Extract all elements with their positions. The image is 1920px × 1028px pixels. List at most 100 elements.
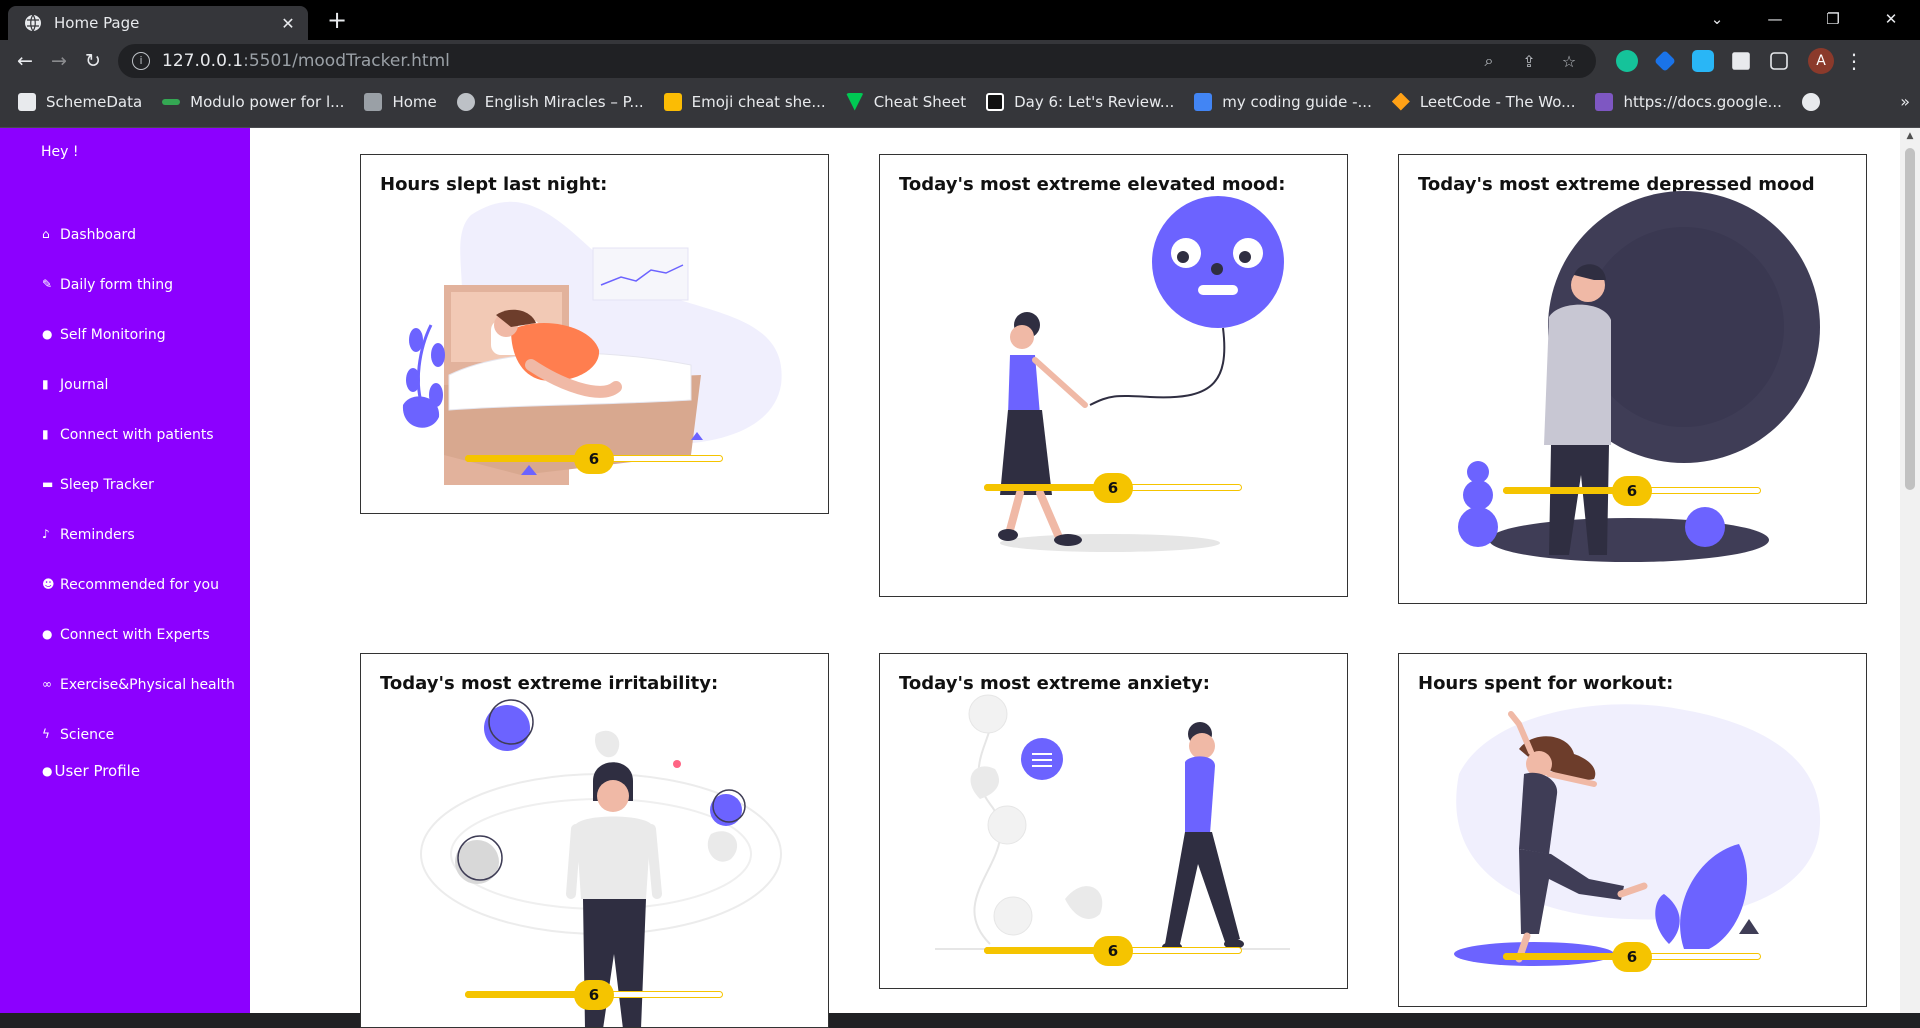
sidebar-item-self-monitoring[interactable]: ● Self Monitoring — [42, 327, 235, 377]
sidebar: Hey ! ⌂ Dashboard ✎ Daily form thing ● Self… — [0, 128, 250, 1013]
bookmark-favicon-icon — [986, 92, 1005, 111]
sidebar-item-recommended[interactable]: ☻ Recommended for you — [42, 577, 235, 627]
back-button[interactable]: ← — [8, 44, 42, 78]
bell-icon: ♪ — [42, 527, 50, 541]
profile-avatar[interactable]: A — [1808, 48, 1834, 74]
tab-search-icon[interactable]: ⌄ — [1688, 0, 1746, 40]
page-scrollbar[interactable]: ▲ — [1900, 128, 1920, 1013]
bookmark-item[interactable]: LeetCode - The Wo... — [1391, 92, 1575, 111]
bookmark-favicon-icon — [1391, 92, 1410, 111]
bookmark-item[interactable]: English Miracles – P... — [456, 92, 644, 111]
slider-value-knob[interactable]: 6 — [1093, 936, 1133, 966]
slider-value-knob[interactable]: 6 — [1612, 476, 1652, 506]
book-icon: ▮ — [42, 377, 49, 391]
sidebar-item-dashboard[interactable]: ⌂ Dashboard — [42, 227, 235, 277]
restore-button[interactable]: ❐ — [1804, 0, 1862, 40]
bookmark-favicon-icon — [364, 92, 383, 111]
close-window-button[interactable]: ✕ — [1862, 0, 1920, 40]
share-icon[interactable]: ⇪ — [1516, 52, 1542, 71]
sidebar-nav: ⌂ Dashboard ✎ Daily form thing ● Self Monit… — [42, 227, 235, 777]
tab-strip: Home Page ✕ + ⌄ — ❐ ✕ — [0, 0, 1920, 40]
person-icon: ● — [42, 327, 53, 341]
bookmark-star-icon[interactable]: ☆ — [1556, 52, 1582, 71]
sidebar-item-exercise[interactable]: ∞ Exercise&Physical health — [42, 677, 235, 727]
scroll-up-icon[interactable]: ▲ — [1900, 128, 1920, 144]
bookmarks-bar: SchemeData Modulo power for l... Home En… — [0, 82, 1920, 128]
irritability-illustration — [420, 699, 782, 1027]
hours-slept-slider[interactable]: 6 — [465, 444, 723, 474]
url-host: 127.0.0.1 — [162, 51, 244, 71]
bookmark-favicon-icon — [663, 92, 682, 111]
anxiety-slider[interactable]: 6 — [984, 936, 1242, 966]
more-bookmarks-icon[interactable]: » — [1900, 92, 1910, 111]
elevated-mood-slider[interactable]: 6 — [984, 473, 1242, 503]
workout-slider[interactable]: 6 — [1503, 942, 1761, 972]
slider-value-knob[interactable]: 6 — [574, 980, 614, 1010]
bookmark-item[interactable]: SchemeData — [18, 92, 142, 111]
sidebar-item-reminders[interactable]: ♪ Reminders — [42, 527, 235, 577]
browser-toolbar: ← → ↻ i 127.0.0.1:5501/moodTracker.html … — [0, 40, 1920, 82]
grammarly-extension-icon[interactable] — [1616, 50, 1638, 72]
slider-value-knob[interactable]: 6 — [574, 444, 614, 474]
bookmark-item[interactable]: https://docs.google... — [1595, 92, 1782, 111]
extensions-area — [1608, 50, 1798, 72]
globe-icon — [25, 14, 41, 32]
bolt-icon: ϟ — [42, 727, 50, 741]
bookmark-favicon-icon — [18, 92, 36, 111]
bookmark-item[interactable]: Modulo power for l... — [162, 93, 344, 111]
pencil-icon: ✎ — [42, 277, 53, 291]
bookmark-favicon-icon — [1595, 92, 1614, 111]
bookmark-favicon-icon — [1194, 92, 1213, 111]
bookmark-favicon-icon — [162, 98, 181, 105]
person-icon: ● — [42, 627, 53, 641]
reload-button[interactable]: ↻ — [76, 44, 110, 78]
zoom-icon[interactable]: ⌕ — [1476, 51, 1502, 71]
card-irritability: Today's most extreme irritability: — [360, 653, 829, 1028]
slider-value-knob[interactable]: 6 — [1612, 942, 1652, 972]
close-tab-icon[interactable]: ✕ — [278, 14, 298, 33]
sidebar-item-connect-experts[interactable]: ● Connect with Experts — [42, 627, 235, 677]
puzzle-extensions-icon[interactable] — [1732, 52, 1750, 70]
side-panel-icon[interactable] — [1770, 52, 1788, 70]
greeting: Hey ! — [41, 144, 79, 160]
balloon-illustration — [998, 196, 1284, 552]
address-bar[interactable]: i 127.0.0.1:5501/moodTracker.html ⌕ ⇪ ☆ — [118, 44, 1596, 78]
bookmark-item[interactable]: Cheat Sheet — [845, 92, 966, 111]
sidebar-item-journal[interactable]: ▮ Journal — [42, 377, 235, 427]
url-path: :5501/moodTracker.html — [243, 51, 450, 71]
card-depressed-mood: Today's most extreme depressed mood — [1398, 154, 1867, 604]
dark-ball-illustration — [1458, 191, 1820, 562]
bookmark-item[interactable]: Day 6: Let's Review... — [986, 92, 1174, 111]
user-circle-icon: ● — [42, 764, 53, 778]
gem-extension-icon[interactable] — [1654, 50, 1676, 72]
bike-icon: ∞ — [42, 677, 52, 691]
home-icon: ⌂ — [42, 227, 50, 241]
card-elevated-mood: Today's most extreme elevated mood: — [879, 154, 1348, 597]
forward-button[interactable]: → — [42, 44, 76, 78]
bookmark-item[interactable]: Home — [364, 92, 437, 111]
site-info-icon[interactable]: i — [132, 52, 150, 70]
depressed-mood-slider[interactable]: 6 — [1503, 476, 1761, 506]
new-tab-button[interactable]: + — [322, 6, 352, 34]
minimize-button[interactable]: — — [1746, 0, 1804, 40]
bed-icon: ▬ — [42, 477, 54, 491]
bookmark-item[interactable]: my coding guide -... — [1194, 92, 1372, 111]
sidebar-item-daily-form[interactable]: ✎ Daily form thing — [42, 277, 235, 327]
bookmark-favicon-icon — [845, 92, 864, 111]
browser-tab[interactable]: Home Page ✕ — [8, 6, 308, 40]
bookmark-item[interactable]: Emoji cheat she... — [663, 92, 826, 111]
page-viewport: Hey ! ⌂ Dashboard ✎ Daily form thing ● Self… — [0, 128, 1920, 1028]
sidebar-item-sleep-tracker[interactable]: ▬ Sleep Tracker — [42, 477, 235, 527]
slider-value-knob[interactable]: 6 — [1093, 473, 1133, 503]
smile-icon: ☻ — [42, 577, 55, 591]
irritability-slider[interactable]: 6 — [465, 980, 723, 1010]
user-profile-link[interactable]: ● User Profile — [42, 762, 140, 780]
menu-kebab-icon[interactable]: ⋮ — [1844, 49, 1864, 73]
tab-title: Home Page — [54, 14, 140, 32]
sidebar-item-connect-patients[interactable]: ▮ Connect with patients — [42, 427, 235, 477]
pen-extension-icon[interactable] — [1692, 50, 1714, 72]
bookmark-globe-icon[interactable] — [1801, 92, 1830, 111]
scrollbar-thumb[interactable] — [1905, 148, 1915, 490]
window-controls: ⌄ — ❐ ✕ — [1688, 0, 1920, 40]
bookmark-favicon-icon — [456, 92, 475, 111]
